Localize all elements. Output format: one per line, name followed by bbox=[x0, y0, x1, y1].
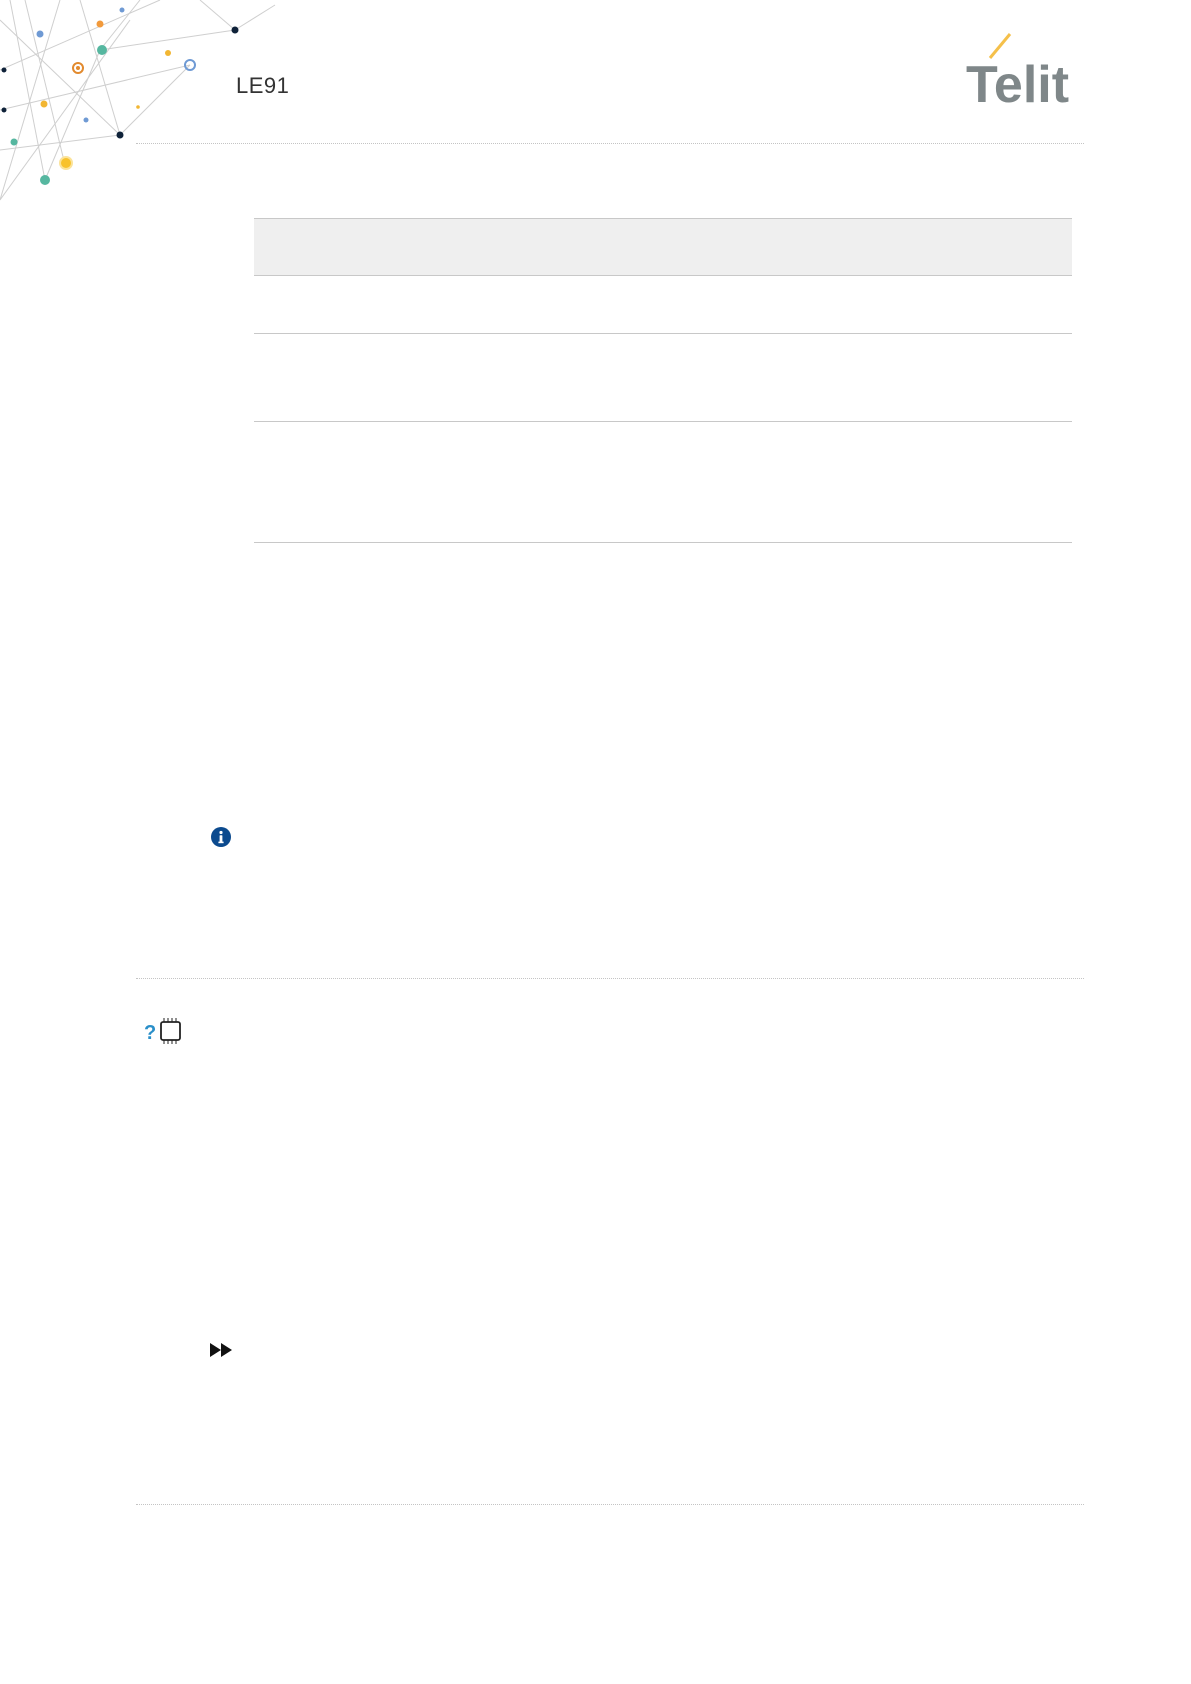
section-rule bbox=[136, 1504, 1084, 1505]
product-name: LE91 bbox=[236, 73, 290, 98]
table-row bbox=[254, 334, 1072, 422]
header-rule bbox=[136, 143, 1084, 144]
logo-text: Telit bbox=[966, 56, 1069, 108]
help-chip-icon: ? bbox=[144, 1018, 181, 1044]
fast-forward-icon bbox=[210, 1343, 232, 1357]
table-header-row bbox=[254, 218, 1072, 276]
table-row bbox=[254, 276, 1072, 334]
svg-text:?: ? bbox=[144, 1022, 156, 1044]
info-circle-icon bbox=[211, 827, 231, 847]
network-decoration bbox=[0, 0, 276, 201]
table-row bbox=[254, 422, 1072, 543]
parameter-table bbox=[254, 218, 1072, 543]
section-rule bbox=[136, 978, 1084, 979]
telit-logo: Telit bbox=[966, 33, 1069, 108]
